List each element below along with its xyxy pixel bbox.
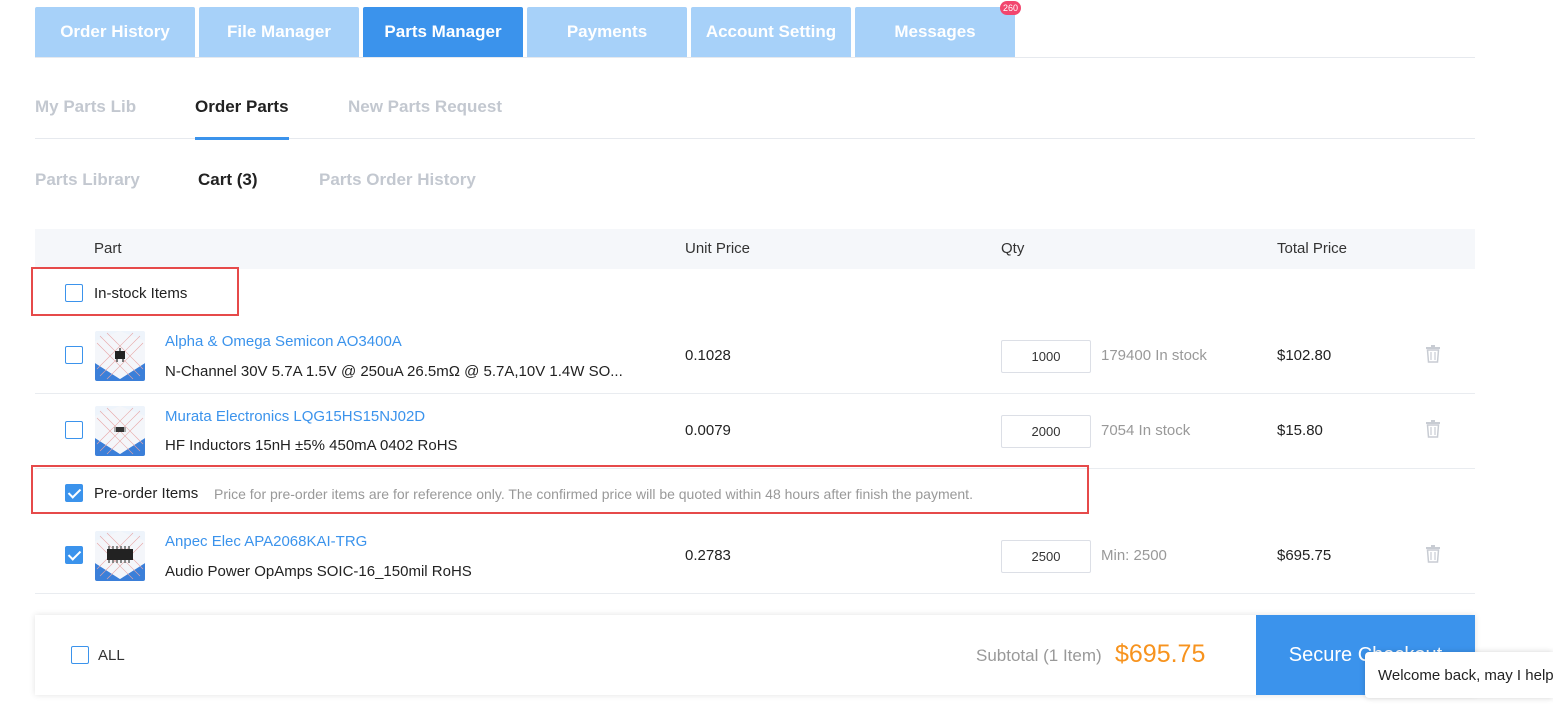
- main-tab-bar: Order History File Manager Parts Manager…: [35, 1, 1021, 57]
- unit-price: 0.2783: [685, 547, 731, 564]
- part-description: HF Inductors 15nH ±5% 450mA 0402 RoHS: [165, 437, 458, 454]
- in-stock-group-label: In-stock Items: [94, 285, 188, 302]
- tab-new-parts-request[interactable]: New Parts Request: [348, 97, 502, 139]
- messages-count-badge: 260: [999, 1, 1021, 15]
- select-all-checkbox[interactable]: [71, 646, 89, 664]
- select-all-label: ALL: [98, 647, 125, 664]
- cart-tab-bar: Parts Library Cart (3) Parts Order Histo…: [35, 170, 1035, 194]
- tab-account-setting[interactable]: Account Setting: [691, 7, 851, 57]
- item-checkbox-apa2068kai[interactable]: [65, 546, 83, 564]
- part-name-link[interactable]: Anpec Elec APA2068KAI-TRG: [165, 533, 367, 550]
- row-divider: [35, 393, 1475, 394]
- tab-my-parts-lib[interactable]: My Parts Lib: [35, 97, 136, 139]
- trash-icon[interactable]: [1425, 345, 1441, 363]
- stock-status: 179400 In stock: [1101, 347, 1207, 364]
- pre-order-group-checkbox[interactable]: [65, 484, 83, 502]
- stock-status: 7054 In stock: [1101, 422, 1191, 439]
- item-checkbox-lqg15hs15nj02d[interactable]: [65, 421, 83, 439]
- checkout-bar: ALL Subtotal (1 Item) $695.75 Secure Che…: [35, 615, 1475, 695]
- min-qty-note: Min: 2500: [1101, 547, 1167, 564]
- chat-welcome-bubble[interactable]: Welcome back, may I help: [1365, 652, 1553, 698]
- tab-messages[interactable]: Messages 260: [855, 1, 1021, 57]
- part-description: Audio Power OpAmps SOIC-16_150mil RoHS: [165, 563, 472, 580]
- subtotal-value: $695.75: [1115, 640, 1206, 668]
- line-total: $102.80: [1277, 347, 1332, 364]
- tab-order-parts[interactable]: Order Parts: [195, 97, 289, 140]
- tab-parts-manager[interactable]: Parts Manager: [363, 7, 523, 57]
- tab-parts-library[interactable]: Parts Library: [35, 170, 140, 190]
- pre-order-group-label: Pre-order Items: [94, 485, 199, 502]
- tab-messages-label: Messages: [894, 22, 976, 41]
- trash-icon[interactable]: [1425, 545, 1441, 563]
- tab-order-history[interactable]: Order History: [35, 7, 195, 57]
- table-header: Part Unit Price Qty Total Price: [35, 229, 1475, 269]
- tab-file-manager[interactable]: File Manager: [199, 7, 359, 57]
- part-description: N-Channel 30V 5.7A 1.5V @ 250uA 26.5mΩ @…: [165, 363, 623, 380]
- line-total: $695.75: [1277, 547, 1332, 564]
- row-divider: [35, 593, 1475, 594]
- tab-cart[interactable]: Cart (3): [198, 170, 258, 190]
- in-stock-group-checkbox[interactable]: [65, 284, 83, 302]
- part-thumbnail-lqg15hs15nj02d: [95, 406, 145, 456]
- unit-price: 0.1028: [685, 347, 731, 364]
- part-thumbnail-ao3400a: [95, 331, 145, 381]
- sub-tab-bar: My Parts Lib Order Parts New Parts Reque…: [35, 97, 1475, 140]
- line-total: $15.80: [1277, 422, 1323, 439]
- part-thumbnail-apa2068kai: [95, 531, 145, 581]
- tab-payments[interactable]: Payments: [527, 7, 687, 57]
- divider: [35, 57, 1475, 58]
- subtotal-label: Subtotal (1 Item): [976, 646, 1102, 665]
- qty-input-apa2068kai[interactable]: [1001, 540, 1091, 573]
- column-header-part: Part: [94, 240, 122, 257]
- column-header-total-price: Total Price: [1277, 240, 1348, 257]
- part-name-link[interactable]: Alpha & Omega Semicon AO3400A: [165, 333, 402, 350]
- column-header-qty: Qty: [1001, 240, 1025, 257]
- item-checkbox-ao3400a[interactable]: [65, 346, 83, 364]
- qty-input-lqg15hs15nj02d[interactable]: [1001, 415, 1091, 448]
- tab-parts-order-history[interactable]: Parts Order History: [319, 170, 476, 190]
- pre-order-note: Price for pre-order items are for refere…: [214, 486, 973, 502]
- trash-icon[interactable]: [1425, 420, 1441, 438]
- column-header-unit-price: Unit Price: [685, 240, 751, 257]
- unit-price: 0.0079: [685, 422, 731, 439]
- part-name-link[interactable]: Murata Electronics LQG15HS15NJ02D: [165, 408, 425, 425]
- qty-input-ao3400a[interactable]: [1001, 340, 1091, 373]
